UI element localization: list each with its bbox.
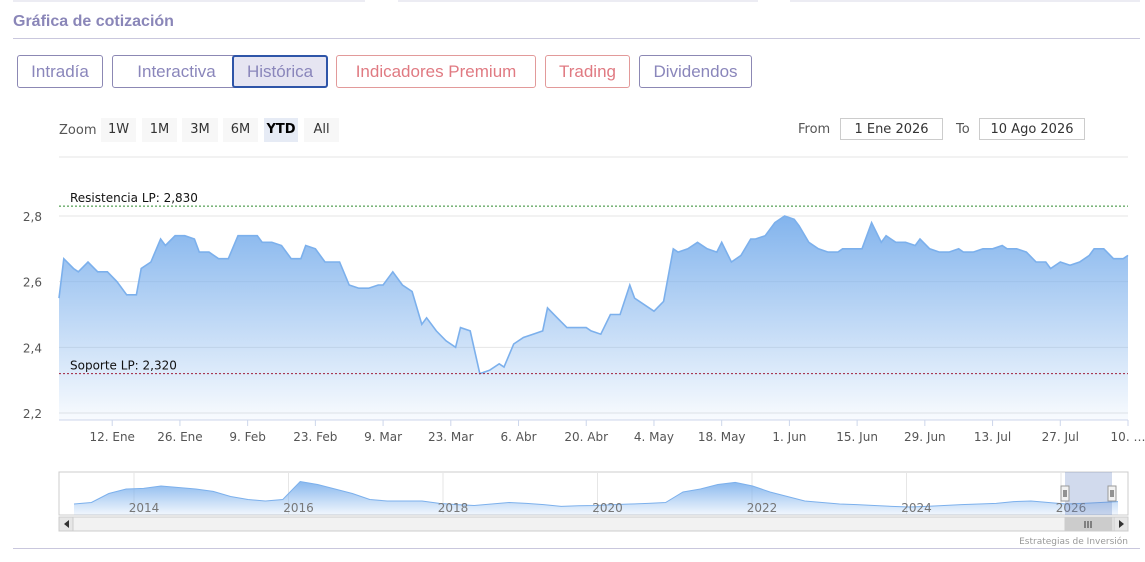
scrollbar-track[interactable] [58, 516, 1129, 532]
navigator-handle-right[interactable] [1107, 485, 1117, 502]
x-tick-label: 23. Mar [428, 430, 474, 444]
support-label: Soporte LP: 2,320 [70, 359, 177, 373]
navigator: 2014201620182020202220242026 [58, 471, 1129, 532]
x-tick-label: 10. … [1111, 430, 1145, 444]
price-area [59, 216, 1128, 420]
x-axis: 12. Ene 26. Ene 9. Feb 23. Feb 9. Mar 23. Mar… [59, 419, 1145, 444]
navigator-tick-label: 2018 [438, 501, 469, 515]
navigator-handle-left-box [1060, 485, 1070, 502]
x-tick-label: 13. Jul [974, 430, 1011, 444]
y-tick-label: 2,6 [23, 276, 42, 290]
x-tick-label: 4. May [634, 430, 674, 444]
x-tick-label: 27. Jul [1042, 430, 1079, 444]
x-tick-label: 26. Ene [157, 430, 202, 444]
x-tick-label: 23. Feb [293, 430, 337, 444]
navigator-tick-label: 2024 [901, 501, 932, 515]
footer-divider [13, 548, 1140, 549]
navigator-handle-right-box [1107, 485, 1117, 502]
x-tick-label: 1. Jun [772, 430, 806, 444]
navigator-handle-left[interactable] [1060, 485, 1070, 502]
price-chart: Resistencia LP: 2,830 Soporte LP: 2,320 1… [23, 156, 1145, 547]
x-tick-label: 20. Abr [564, 430, 608, 444]
credit-text: Estrategias de Inversión [1019, 536, 1128, 547]
x-tick-label: 29. Jun [904, 430, 946, 444]
y-tick-label: 2,2 [23, 407, 42, 421]
y-tick-label: 2,4 [23, 341, 42, 355]
resistance-label: Resistencia LP: 2,830 [70, 191, 198, 205]
navigator-tick-label: 2022 [747, 501, 778, 515]
x-tick-label: 9. Feb [229, 430, 266, 444]
navigator-tick-label: 2016 [283, 501, 314, 515]
x-tick-label: 15. Jun [836, 430, 878, 444]
y-axis: 2,2 2,4 2,6 2,8 [23, 210, 42, 421]
navigator-tick-label: 2020 [592, 501, 623, 515]
x-tick-label: 12. Ene [89, 430, 134, 444]
x-tick-label: 9. Mar [364, 430, 402, 444]
navigator-selection [1065, 472, 1112, 515]
navigator-tick-label: 2014 [129, 501, 160, 515]
x-tick-label: 6. Abr [501, 430, 537, 444]
y-tick-label: 2,8 [23, 210, 42, 224]
price-series [58, 215, 1129, 420]
x-tick-label: 18. May [698, 430, 746, 444]
